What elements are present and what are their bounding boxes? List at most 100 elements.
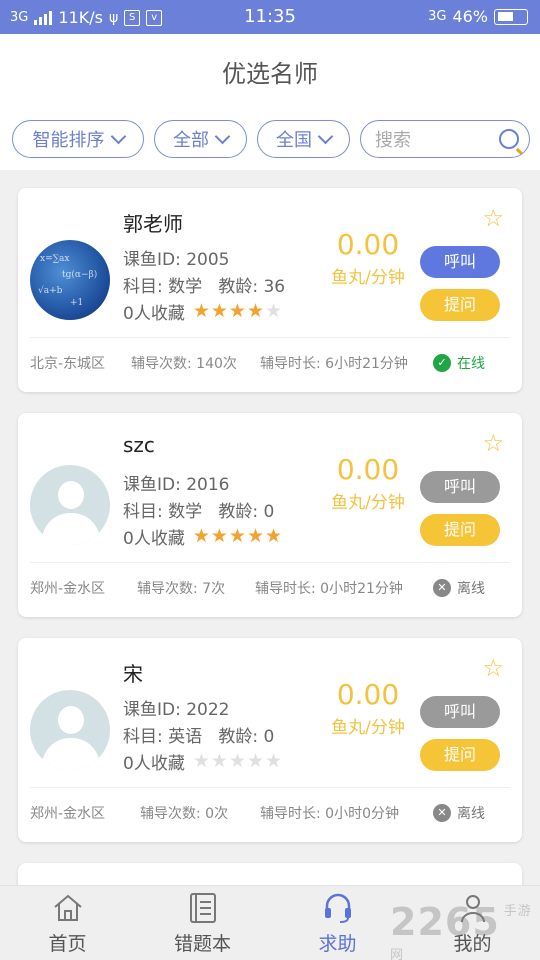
rating-stars: ★ ★ ★ ★ ★ xyxy=(193,527,282,546)
favorites-count: 0人收藏 xyxy=(123,754,185,774)
ask-button[interactable]: 提问 xyxy=(420,514,500,546)
chevron-down-icon xyxy=(214,128,231,144)
status-badge: ✕ 离线 xyxy=(433,578,485,598)
status-text: 离线 xyxy=(457,806,485,822)
sort-dropdown[interactable]: 智能排序 xyxy=(12,120,144,158)
avatar-placeholder-head xyxy=(58,706,84,734)
sort-dropdown-label: 智能排序 xyxy=(32,130,105,151)
search-placeholder: 搜索 xyxy=(375,130,411,151)
teacher-duration: 辅导时长: 0小时21分钟 xyxy=(255,581,403,597)
teacher-card[interactable]: x=∑ax tg(α−β) √a+b +1 郭老师 课鱼ID: 2005 科目:… xyxy=(18,188,522,392)
teacher-sessions: 辅导次数: 7次 xyxy=(137,581,226,597)
teacher-id: 课鱼ID: 2016 xyxy=(123,475,230,495)
favorites-row: 0人收藏 ★ ★ ★ ★ ★ xyxy=(123,749,282,775)
teacher-subject: 科目: 英语 xyxy=(123,727,203,747)
price-unit: 鱼丸/分钟 xyxy=(331,493,405,513)
price-block: 0.00 鱼丸/分钟 xyxy=(308,678,428,738)
nav-item-home[interactable]: 首页 xyxy=(0,886,135,960)
teacher-subject: 科目: 数学 xyxy=(123,502,203,522)
teacher-location: 郑州-金水区 xyxy=(30,581,106,597)
nav-label: 求助 xyxy=(318,933,357,955)
teacher-sessions: 辅导次数: 140次 xyxy=(131,356,237,372)
star-icon: ★ xyxy=(210,300,228,322)
divider xyxy=(30,787,510,788)
star-icon: ★ xyxy=(246,300,265,322)
call-button[interactable]: 呼叫 xyxy=(420,246,500,278)
status-badge: ✓ 在线 xyxy=(433,353,485,373)
teacher-sessions: 辅导次数: 0次 xyxy=(140,806,229,822)
favorites-row: 0人收藏 ★ ★ ★ ★ ★ xyxy=(123,524,282,550)
teacher-list: x=∑ax tg(α−β) √a+b +1 郭老师 课鱼ID: 2005 科目:… xyxy=(18,188,522,924)
teacher-location: 郑州-金水区 xyxy=(30,806,106,822)
price-unit: 鱼丸/分钟 xyxy=(331,718,405,738)
star-icon: ★ xyxy=(246,750,265,772)
ask-button[interactable]: 提问 xyxy=(420,289,500,321)
star-icon: ★ xyxy=(228,750,246,772)
nav-item-notebook[interactable]: 错题本 xyxy=(135,886,270,960)
star-icon: ★ xyxy=(265,525,283,547)
ask-button[interactable]: 提问 xyxy=(420,739,500,771)
star-icon: ★ xyxy=(210,525,228,547)
teacher-age: 教龄: 0 xyxy=(218,727,275,747)
nav-label: 首页 xyxy=(48,933,87,955)
search-input[interactable]: 搜索 xyxy=(360,120,530,158)
star-icon: ★ xyxy=(192,750,210,772)
home-icon xyxy=(53,894,82,921)
status-bar: 3G 11K/s ψ S v 11:35 3G 46% xyxy=(0,0,540,34)
status-icon: ✕ xyxy=(433,579,451,597)
star-icon: ★ xyxy=(192,300,210,322)
subject-dropdown-label: 全部 xyxy=(173,130,209,151)
region-dropdown[interactable]: 全国 xyxy=(257,120,350,158)
teacher-id: 课鱼ID: 2005 xyxy=(123,250,230,270)
favorites-count: 0人收藏 xyxy=(123,304,185,324)
teacher-duration: 辅导时长: 0小时0分钟 xyxy=(260,806,399,822)
price-block: 0.00 鱼丸/分钟 xyxy=(308,453,428,513)
star-icon: ★ xyxy=(228,525,246,547)
teacher-name: 宋 xyxy=(123,662,143,686)
chevron-down-icon xyxy=(110,128,126,144)
avatar-placeholder-head xyxy=(58,481,84,509)
watermark: 2265 手游网 xyxy=(390,900,540,960)
search-icon[interactable] xyxy=(499,129,519,149)
teacher-name: 郭老师 xyxy=(123,212,183,236)
favorite-star-icon[interactable]: ☆ xyxy=(482,656,504,680)
notebook-icon xyxy=(189,893,216,923)
favorite-star-icon[interactable]: ☆ xyxy=(482,431,504,455)
price-value: 0.00 xyxy=(336,453,400,486)
price-unit: 鱼丸/分钟 xyxy=(331,268,405,288)
battery-percent: 46% xyxy=(452,7,488,26)
header: 优选名师 智能排序 全部 全国 搜索 xyxy=(0,34,540,170)
teacher-name: szc xyxy=(123,433,155,457)
price-value: 0.00 xyxy=(336,228,400,261)
teacher-subject-age: 科目: 数学 教龄: 0 xyxy=(123,497,274,522)
divider xyxy=(30,562,510,563)
headset-icon xyxy=(324,893,351,923)
status-text: 离线 xyxy=(457,581,485,597)
rating-stars: ★ ★ ★ ★ ★ xyxy=(193,752,282,771)
status-icon: ✕ xyxy=(433,804,451,822)
teacher-card[interactable]: szc 课鱼ID: 2016 科目: 数学 教龄: 0 0人收藏 ★ ★ ★ ★ ★ 0… xyxy=(18,413,522,617)
page-title: 优选名师 xyxy=(222,60,318,88)
teacher-subject-age: 科目: 数学 教龄: 36 xyxy=(123,272,285,297)
battery-icon xyxy=(494,8,528,25)
subject-dropdown[interactable]: 全部 xyxy=(154,120,247,158)
call-button[interactable]: 呼叫 xyxy=(420,471,500,503)
teacher-duration: 辅导时长: 6小时21分钟 xyxy=(260,356,408,372)
call-button[interactable]: 呼叫 xyxy=(420,696,500,728)
star-icon: ★ xyxy=(265,750,283,772)
region-dropdown-label: 全国 xyxy=(276,130,312,151)
teacher-subject-age: 科目: 英语 教龄: 0 xyxy=(123,722,274,747)
teacher-age: 教龄: 36 xyxy=(218,277,286,297)
star-icon: ★ xyxy=(228,300,246,322)
watermark-text: 2265 xyxy=(390,900,500,944)
price-block: 0.00 鱼丸/分钟 xyxy=(308,228,428,288)
teacher-subject: 科目: 数学 xyxy=(123,277,203,297)
teacher-age: 教龄: 0 xyxy=(218,502,275,522)
favorite-star-icon[interactable]: ☆ xyxy=(482,206,504,230)
avatar: x=∑ax tg(α−β) √a+b +1 xyxy=(30,240,110,320)
status-badge: ✕ 离线 xyxy=(433,803,485,823)
teacher-card[interactable]: 宋 课鱼ID: 2022 科目: 英语 教龄: 0 0人收藏 ★ ★ ★ ★ ★ 0.0… xyxy=(18,638,522,842)
star-icon: ★ xyxy=(192,525,210,547)
avatar-placeholder-body xyxy=(42,738,100,770)
nav-item-help[interactable]: 求助 xyxy=(270,886,405,960)
